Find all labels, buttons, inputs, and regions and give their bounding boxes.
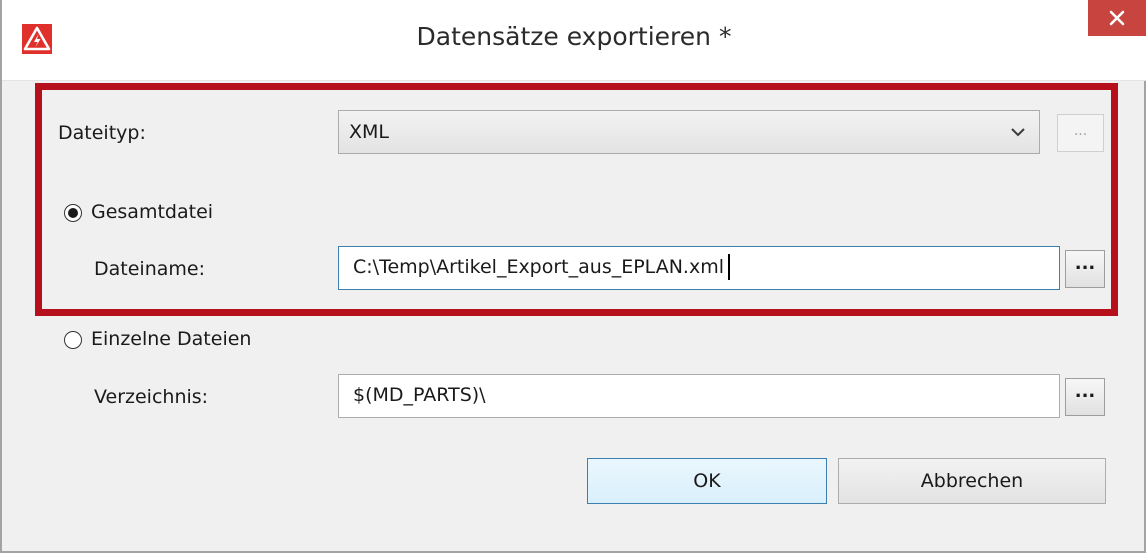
filename-label: Dateiname: — [94, 258, 205, 280]
combined-file-radio[interactable] — [64, 204, 82, 222]
title-bar: Datensätze exportieren * — [2, 0, 1146, 81]
combined-file-label: Gesamtdatei — [91, 201, 214, 223]
close-icon — [1109, 10, 1125, 26]
filetype-settings-button[interactable]: ... — [1057, 114, 1104, 152]
directory-input[interactable]: $(MD_PARTS)\ — [338, 374, 1060, 418]
filetype-dropdown[interactable]: XML — [338, 110, 1040, 154]
radio-selected-dot — [68, 208, 78, 218]
export-dialog: Datensätze exportieren * Dateityp: XML .… — [0, 0, 1146, 553]
filename-value: C:\Temp\Artikel_Export_aus_EPLAN.xml — [353, 256, 724, 278]
chevron-down-icon — [1011, 128, 1025, 137]
ok-button[interactable]: OK — [587, 458, 827, 504]
directory-value: $(MD_PARTS)\ — [353, 384, 486, 406]
filename-browse-button[interactable]: ... — [1065, 250, 1105, 288]
close-button[interactable] — [1088, 0, 1146, 36]
cancel-button[interactable]: Abbrechen — [838, 458, 1106, 504]
text-cursor — [728, 254, 730, 280]
filetype-value: XML — [349, 121, 389, 143]
single-files-radio[interactable] — [64, 331, 82, 349]
filename-input[interactable]: C:\Temp\Artikel_Export_aus_EPLAN.xml — [338, 246, 1060, 290]
dialog-title: Datensätze exportieren * — [416, 22, 732, 51]
single-files-label: Einzelne Dateien — [91, 328, 252, 350]
directory-browse-button[interactable]: ... — [1065, 378, 1105, 416]
filetype-label: Dateityp: — [58, 122, 146, 144]
directory-label: Verzeichnis: — [94, 386, 209, 408]
